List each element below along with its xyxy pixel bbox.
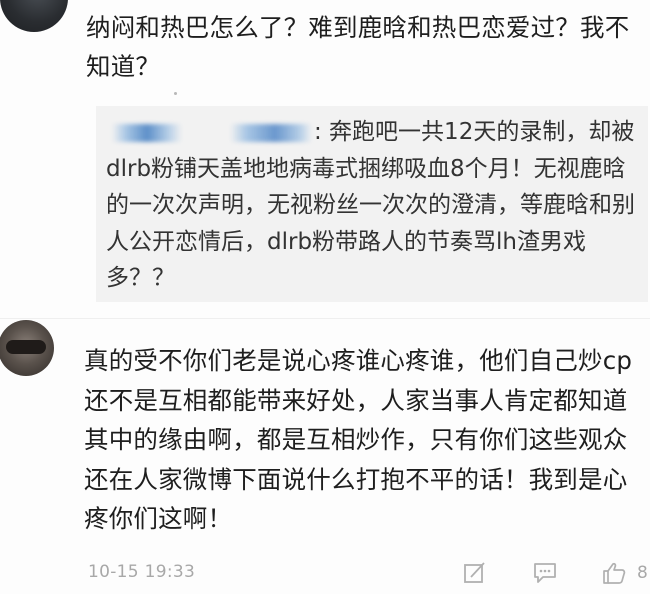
thumbs-up-icon[interactable] [601, 561, 627, 585]
comment-text: 纳闷和热巴怎么了？难到鹿晗和热巴恋爱过？我不知道？ [86, 13, 630, 81]
quoted-comment[interactable]: : 奔跑吧一共12天的录制，却被dlrb粉铺天盖地地病毒式捆绑吸血8个月！无视鹿… [96, 106, 648, 302]
user-avatar[interactable] [0, 0, 68, 32]
comment-timestamp: 10-15 19:33 [88, 562, 196, 582]
edit-square-icon[interactable] [462, 561, 488, 585]
blurred-username-mask [112, 123, 182, 142]
quote-opening: : 奔跑吧一共12天的录制， [314, 119, 589, 145]
comment-divider [0, 318, 650, 319]
decorative-dot [174, 92, 177, 95]
blurred-username-mask [230, 123, 312, 142]
user-avatar[interactable] [0, 320, 54, 376]
comment-bubble-icon[interactable] [532, 561, 558, 585]
comment-text: 真的受不你们老是说心疼谁心疼谁，他们自己炒cp还不是互相都能带来好处，人家当事人… [84, 346, 633, 533]
quoted-comment-text: : 奔跑吧一共12天的录制，却被dlrb粉铺天盖地地病毒式捆绑吸血8个月！无视鹿… [106, 114, 646, 297]
like-count: 8 [637, 563, 648, 583]
comment-thread: 纳闷和热巴怎么了？难到鹿晗和热巴恋爱过？我不知道？ : 奔跑吧一共12天的录制，… [0, 0, 650, 594]
